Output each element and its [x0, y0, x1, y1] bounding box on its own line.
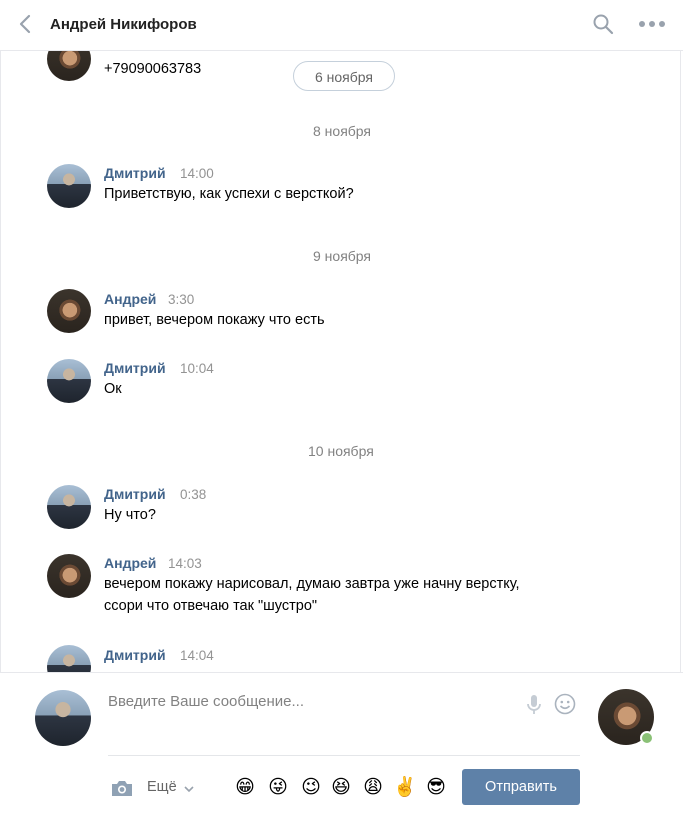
message-author[interactable]: Дмитрий [104, 165, 166, 181]
more-attachments-button[interactable]: Ещё [147, 779, 177, 795]
emoji-weary[interactable]: 😩 [362, 777, 384, 799]
message-composer: Введите Ваше сообщение... Ещё 😁 😜 😉 😆 😩 … [0, 672, 683, 822]
message-author[interactable]: Андрей [104, 555, 156, 571]
floating-date-badge: 6 ноября [293, 61, 395, 91]
message-text: Приветствую, как успехи с версткой? [104, 186, 354, 202]
chat-title[interactable]: Андрей Никифоров [50, 16, 197, 33]
emoji-wink-tongue[interactable]: 😜 [267, 777, 289, 799]
message-author[interactable]: Дмитрий [104, 486, 166, 502]
avatar[interactable] [47, 554, 91, 598]
message-text: Ну что? [104, 507, 156, 523]
chat-header: Андрей Никифоров [0, 0, 683, 51]
message-author[interactable]: Дмитрий [104, 360, 166, 376]
search-icon[interactable] [592, 13, 614, 35]
message-time[interactable]: 10:04 [180, 361, 214, 376]
emoji-laugh[interactable]: 😆 [330, 777, 352, 799]
avatar[interactable] [47, 164, 91, 208]
my-avatar[interactable] [35, 690, 91, 746]
more-dots-icon[interactable] [638, 20, 666, 28]
emoji-victory-hand[interactable]: ✌️ [393, 777, 417, 799]
message-input[interactable]: Введите Ваше сообщение... [108, 693, 578, 753]
message-author[interactable]: Дмитрий [104, 647, 166, 663]
message-text: +79090063783 [104, 61, 202, 77]
avatar[interactable] [47, 289, 91, 333]
message-text: привет, вечером покажу что есть [104, 312, 325, 328]
message-history[interactable]: +79090063783 6 ноября 8 ноября Дмитрий 1… [0, 51, 681, 672]
input-divider [108, 755, 580, 756]
avatar[interactable] [47, 645, 91, 672]
message-time[interactable]: 14:03 [168, 556, 202, 571]
microphone-icon[interactable] [526, 694, 542, 716]
emoji-wink[interactable]: 😉 [300, 777, 322, 799]
message-text: Ок [104, 381, 122, 397]
chevron-left-icon[interactable] [16, 13, 36, 35]
online-indicator [640, 731, 654, 745]
date-divider: 10 ноября [308, 443, 374, 459]
message-time[interactable]: 14:00 [180, 166, 214, 181]
smile-icon[interactable] [554, 693, 576, 715]
message-time[interactable]: 0:38 [180, 487, 206, 502]
avatar[interactable] [47, 359, 91, 403]
message-author[interactable]: Андрей [104, 291, 156, 307]
message-text: вечером покажу нарисовал, думаю завтра у… [104, 576, 520, 592]
chevron-down-icon[interactable] [183, 785, 195, 793]
date-divider: 9 ноября [313, 248, 372, 264]
send-button[interactable]: Отправить [462, 769, 580, 805]
message-text: ссори что отвечаю так "шустро" [104, 598, 318, 614]
emoji-grin[interactable]: 😁 [234, 777, 256, 799]
emoji-sunglasses[interactable]: 😎 [425, 777, 447, 799]
date-divider: 8 ноября [313, 123, 372, 139]
message-time[interactable]: 3:30 [168, 292, 194, 307]
avatar[interactable] [47, 485, 91, 529]
avatar[interactable] [47, 51, 91, 81]
camera-icon[interactable] [111, 779, 133, 797]
message-time[interactable]: 14:04 [180, 648, 214, 663]
